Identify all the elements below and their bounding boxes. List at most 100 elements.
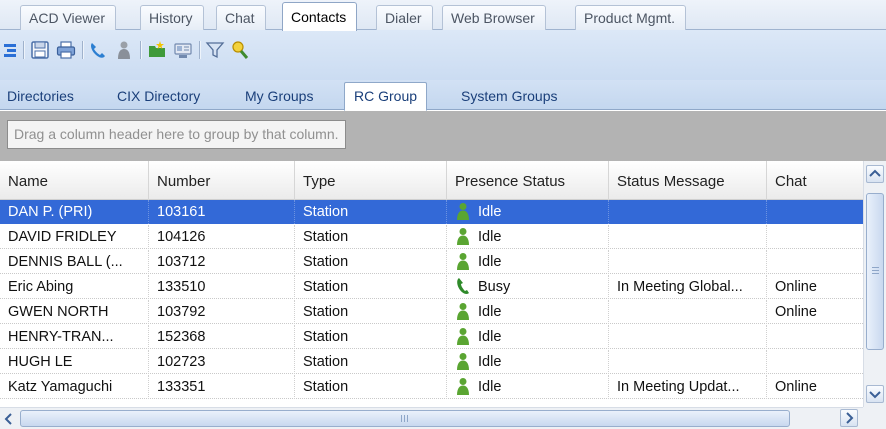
new-folder-icon[interactable] [147, 40, 167, 60]
column-header-presence-status[interactable]: Presence Status [446, 161, 608, 200]
cell-presence-status: Busy [446, 275, 608, 299]
toolbar-separator [140, 41, 141, 59]
column-header-chat[interactable]: Chat [766, 161, 863, 200]
column-header-name[interactable]: Name [0, 161, 148, 200]
tab-cix-directory[interactable]: CIX Directory [111, 84, 206, 110]
search-person-icon[interactable] [230, 40, 250, 60]
column-header-status-message[interactable]: Status Message [608, 161, 766, 200]
cell-type: Station [294, 250, 446, 274]
cell-chat: Online [766, 375, 863, 399]
cell-status-message-text: In Meeting Global... [617, 279, 743, 295]
cell-presence-status-text: Idle [478, 254, 502, 270]
table-row[interactable]: DENNIS BALL (... 103712 Station Idle [0, 250, 863, 274]
cell-name: HUGH LE [0, 350, 148, 374]
cell-number: 103712 [148, 250, 294, 274]
card-icon[interactable] [173, 40, 193, 60]
tab-system-groups[interactable]: System Groups [455, 84, 563, 110]
cell-name: DENNIS BALL (... [0, 250, 148, 274]
cell-chat: Online [766, 275, 863, 299]
group-by-panel[interactable]: Drag a column header here to group by th… [0, 111, 886, 161]
person-idle-icon [457, 328, 469, 345]
horizontal-scrollbar[interactable] [0, 407, 863, 429]
cell-number: 133510 [148, 275, 294, 299]
cell-presence-status-text: Busy [478, 279, 511, 295]
person-idle-icon [457, 353, 469, 370]
table-row[interactable]: HENRY-TRAN... 152368 Station Idle [0, 325, 863, 349]
cell-number-text: 103161 [157, 204, 206, 220]
tab-chat[interactable]: Chat [216, 5, 266, 30]
cell-name: HENRY-TRAN... [0, 325, 148, 349]
toolbar-separator [82, 41, 83, 59]
tab-rc-group[interactable]: RC Group [344, 82, 428, 111]
cell-type-text: Station [303, 229, 349, 245]
tab-dialer[interactable]: Dialer [376, 5, 433, 30]
cell-type-text: Station [303, 254, 349, 270]
person-idle-icon [457, 228, 469, 245]
cell-number-text: 103792 [157, 304, 206, 320]
table-row[interactable]: HUGH LE 102723 Station Idle [0, 350, 863, 374]
phone-icon[interactable] [88, 40, 108, 60]
cell-type: Station [294, 350, 446, 374]
cell-type-text: Station [303, 304, 349, 320]
table-row[interactable]: GWEN NORTH 103792 Station Idle Online [0, 300, 863, 324]
tab-history[interactable]: History [140, 5, 204, 30]
tab-web-browser[interactable]: Web Browser [442, 5, 546, 30]
tab-acd-viewer[interactable]: ACD Viewer [20, 5, 116, 30]
cell-type-text: Station [303, 204, 349, 220]
grip-line [872, 273, 879, 274]
tab-product-mgmt[interactable]: Product Mgmt. [575, 5, 687, 30]
person-idle-icon [457, 303, 469, 320]
chevron-up-icon [869, 169, 881, 177]
grip-line [404, 415, 405, 422]
cell-status-message [608, 350, 766, 374]
vertical-scroll-thumb[interactable] [866, 193, 884, 350]
scroll-up-button[interactable] [866, 165, 884, 183]
tab-my-groups[interactable]: My Groups [239, 84, 319, 110]
table-row[interactable]: DAN P. (PRI) 103161 Station Idle [0, 200, 863, 224]
cell-type: Station [294, 375, 446, 399]
save-icon[interactable] [30, 40, 50, 60]
print-icon[interactable] [56, 40, 76, 60]
vertical-scrollbar[interactable] [863, 161, 886, 407]
group-by-hint: Drag a column header here to group by th… [7, 120, 346, 149]
scroll-right-button[interactable] [840, 409, 858, 427]
chevron-left-icon[interactable] [2, 411, 16, 427]
main-tab-strip: ACD Viewer History Chat Contacts Dialer … [0, 0, 886, 31]
cell-type: Station [294, 225, 446, 249]
tab-contacts[interactable]: Contacts [282, 2, 358, 31]
grid-header-row: Name Number Type Presence Status Status … [0, 161, 863, 200]
table-row[interactable]: Eric Abing 133510 Station Busy In Meeting Gl… [0, 275, 863, 299]
expand-icon[interactable] [3, 40, 23, 60]
table-row[interactable]: Katz Yamaguchi 133351 Station Idle In Meetin… [0, 375, 863, 399]
cell-presence-status: Idle [446, 225, 608, 249]
contacts-grid: Name Number Type Presence Status Status … [0, 161, 886, 429]
column-header-type[interactable]: Type [294, 161, 446, 200]
cell-chat [766, 350, 863, 374]
scroll-down-button[interactable] [866, 385, 884, 403]
cell-name: DAN P. (PRI) [0, 200, 148, 224]
cell-chat-text: Online [775, 379, 817, 395]
cell-name-text: Katz Yamaguchi [8, 379, 113, 395]
cell-type-text: Station [303, 379, 349, 395]
cell-number-text: 133351 [157, 379, 206, 395]
cell-presence-status-text: Idle [478, 329, 502, 345]
cell-number-text: 102723 [157, 354, 206, 370]
person-icon[interactable] [114, 40, 134, 60]
table-row[interactable]: DAVID FRIDLEY 104126 Station Idle [0, 225, 863, 249]
horizontal-scroll-thumb[interactable] [20, 410, 790, 427]
cell-chat-text: Online [775, 304, 817, 320]
cell-name-text: DAVID FRIDLEY [8, 229, 117, 245]
cell-number-text: 152368 [157, 329, 206, 345]
cell-type-text: Station [303, 329, 349, 345]
directory-tab-strip: Directories CIX Directory My Groups RC G… [0, 80, 886, 111]
cell-presence-status-text: Idle [478, 204, 502, 220]
cell-number: 102723 [148, 350, 294, 374]
column-header-number[interactable]: Number [148, 161, 294, 200]
grip-line [407, 415, 408, 422]
filter-icon[interactable] [205, 40, 225, 60]
person-idle-icon [457, 253, 469, 270]
cell-number-text: 103712 [157, 254, 206, 270]
tab-directories[interactable]: Directories [1, 84, 80, 110]
cell-name: Katz Yamaguchi [0, 375, 148, 399]
cell-number-text: 133510 [157, 279, 206, 295]
